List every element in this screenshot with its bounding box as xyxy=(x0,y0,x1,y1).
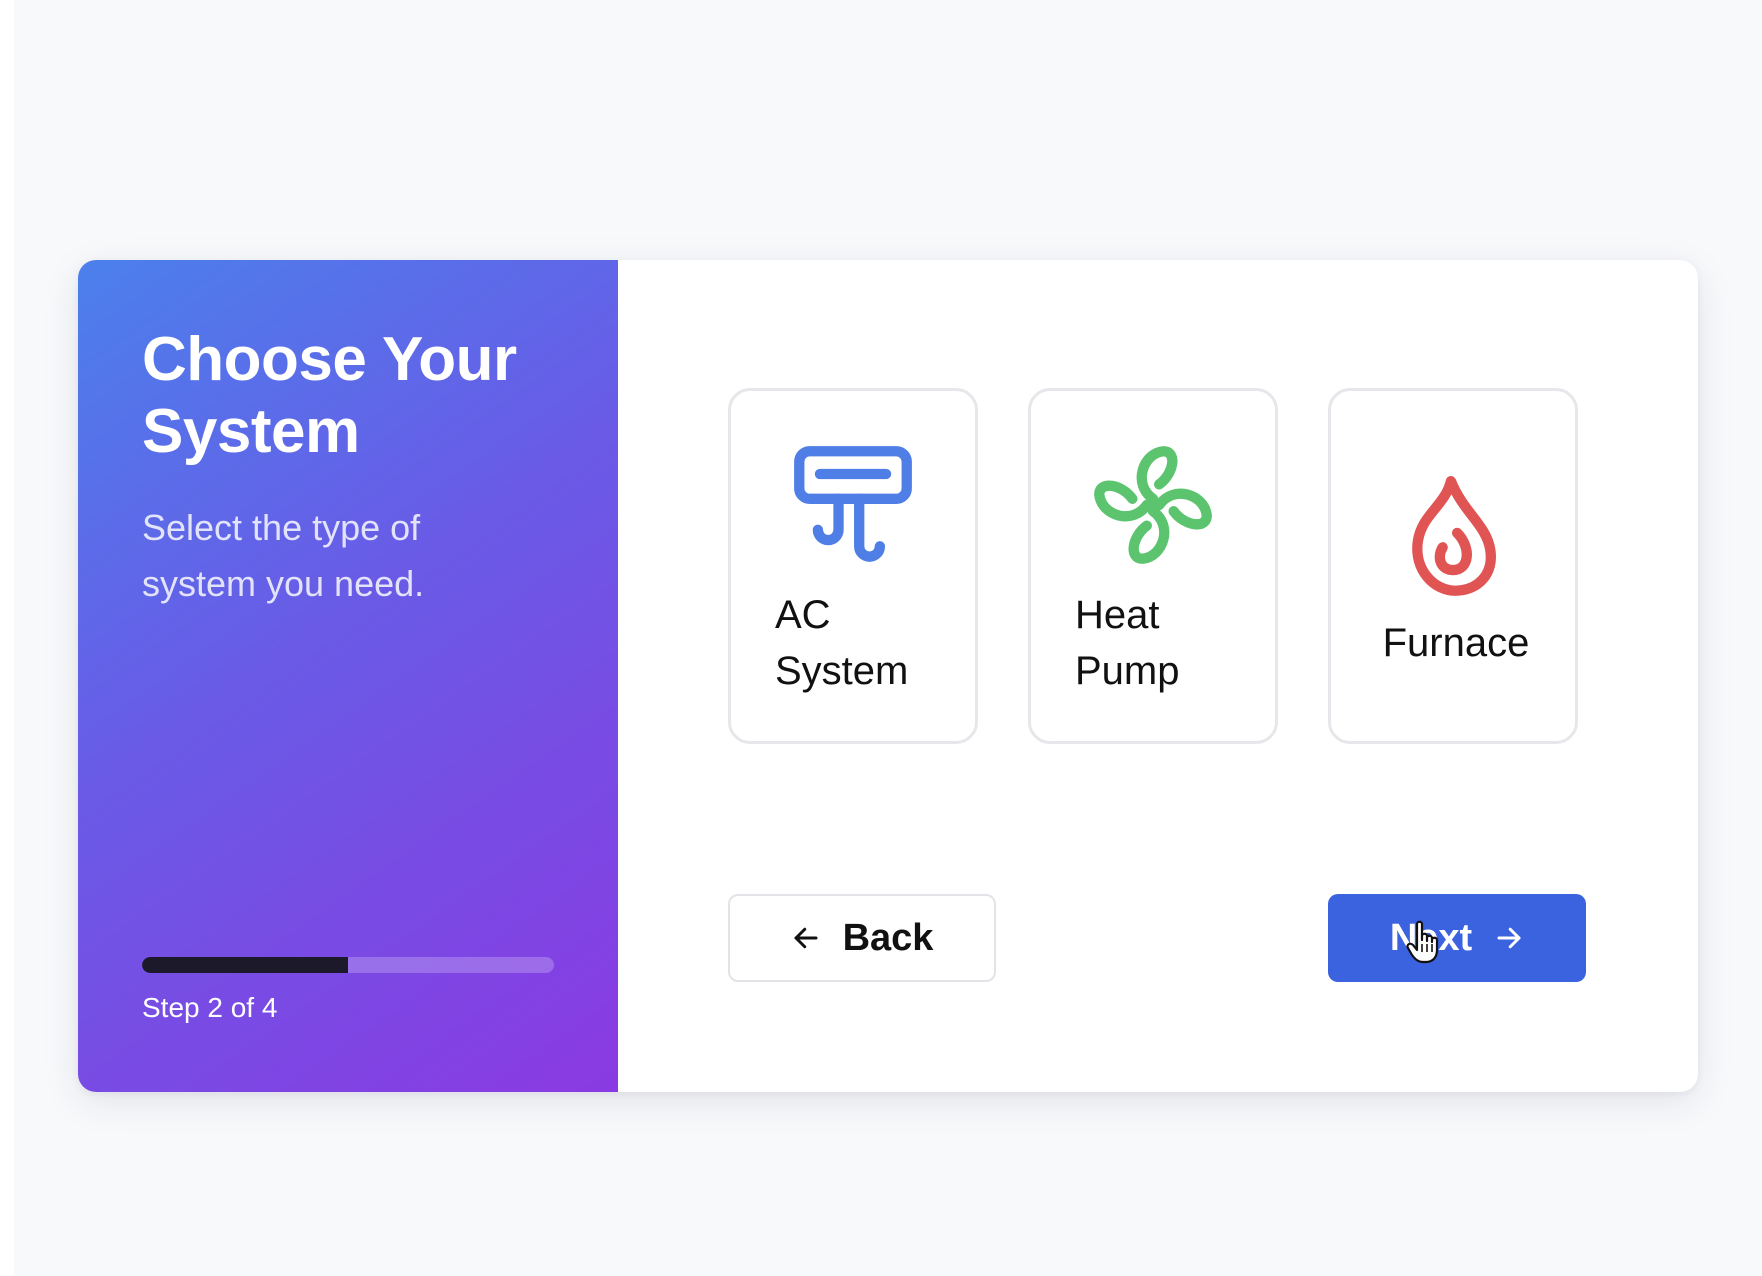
ac-unit-icon xyxy=(794,446,912,562)
arrow-right-icon xyxy=(1497,927,1521,949)
option-ac-system[interactable]: AC System xyxy=(728,388,978,744)
option-label: Furnace xyxy=(1382,621,1530,665)
hand-pointer-icon xyxy=(1406,920,1439,964)
step-indicator: Step 2 of 4 xyxy=(142,992,278,1023)
progress-bar xyxy=(142,957,554,973)
fan-icon xyxy=(1094,446,1212,564)
next-button[interactable]: Next xyxy=(1328,894,1586,982)
progress-fill xyxy=(142,957,348,973)
wizard-sidebar: Choose Your System Select the type of sy… xyxy=(78,260,618,1092)
back-button-label: Back xyxy=(842,916,934,959)
option-label: Heat Pump xyxy=(1075,593,1180,693)
arrow-left-icon xyxy=(794,927,818,949)
wizard-card: Choose Your System Select the type of sy… xyxy=(78,260,1698,1092)
system-options: AC System Heat Pump Furnace xyxy=(728,388,1580,750)
option-label: AC System xyxy=(775,593,909,693)
page-background: Choose Your System Select the type of sy… xyxy=(14,0,1762,1276)
flame-icon xyxy=(1412,476,1496,596)
option-furnace[interactable]: Furnace xyxy=(1328,388,1578,744)
back-button[interactable]: Back xyxy=(728,894,996,982)
option-heat-pump[interactable]: Heat Pump xyxy=(1028,388,1278,744)
page-title: Choose Your System xyxy=(142,325,517,466)
page-subtitle: Select the type of system you need. xyxy=(142,507,425,604)
